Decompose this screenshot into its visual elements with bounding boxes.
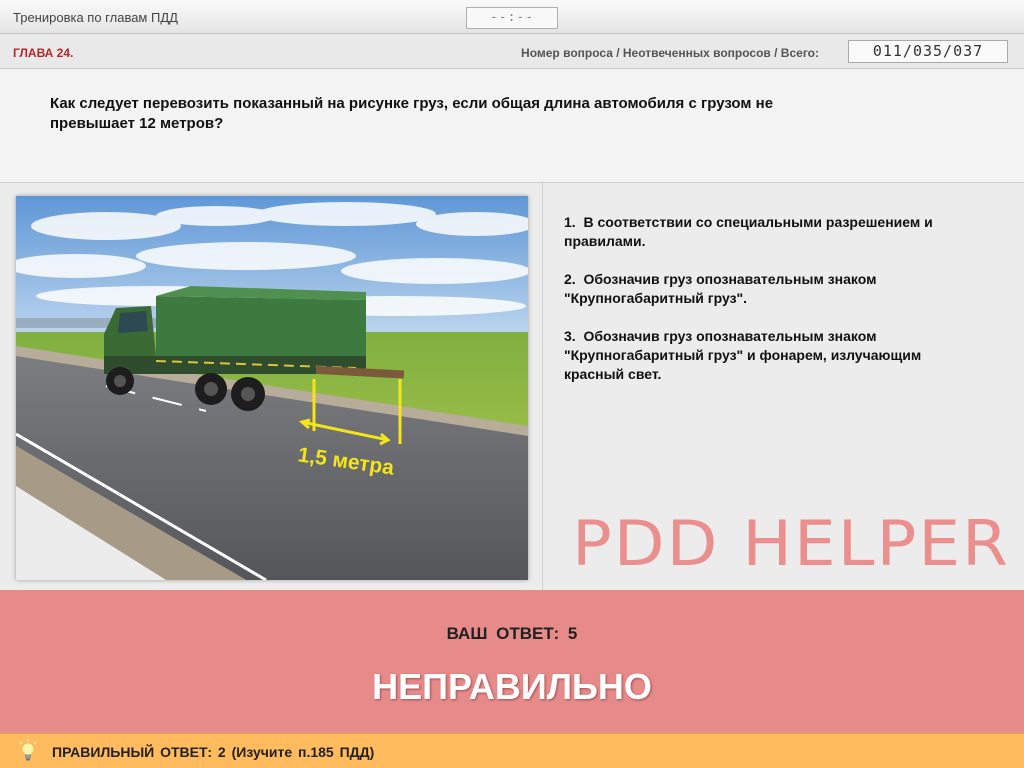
question-area: Как следует перевозить показанный на рис… xyxy=(0,69,1024,183)
lightbulb-icon xyxy=(19,739,37,761)
correct-answer-value: 2 xyxy=(217,744,226,760)
question-text-line-2: превышает 12 метров? xyxy=(50,115,224,132)
answer-option-2[interactable]: 2. Обозначив груз опознавательным знаком… xyxy=(564,270,1009,308)
answer-option-1[interactable]: 1. В соответствии со специальными разреш… xyxy=(564,213,1009,251)
top-bar: Тренировка по главам ПДД --:-- xyxy=(0,0,1024,34)
chapter-bar: ГЛАВА 24. Номер вопроса / Неотвеченных в… xyxy=(0,34,1024,69)
answer-number: 1. xyxy=(564,214,576,230)
answer-text: Обозначив груз опознавательным знаком xyxy=(583,271,877,287)
answer-text: В соответствии со специальными разрешени… xyxy=(583,214,933,230)
question-text-line-1: Как следует перевозить показанный на рис… xyxy=(50,95,774,112)
answer-number: 2. xyxy=(564,271,576,287)
chapter-label: ГЛАВА 24. xyxy=(13,46,74,60)
content-area: 1,5 метра 1. В соответствии со специальн… xyxy=(0,183,1024,590)
answer-text: правилами. xyxy=(564,233,646,249)
your-answer-value: 5 xyxy=(567,624,578,643)
question-picture: 1,5 метра xyxy=(16,196,528,580)
question-counter-label: Номер вопроса / Неотвеченных вопросов / … xyxy=(521,46,819,60)
timer-display: --:-- xyxy=(466,7,558,29)
picture-panel: 1,5 метра xyxy=(0,183,543,590)
verdict: НЕПРАВИЛЬНО xyxy=(372,666,652,707)
correct-answer-bar: ПРАВИЛЬНЫЙ ОТВЕТ: 2 (Изучите п.185 ПДД) xyxy=(0,733,1024,768)
your-answer: ВАШ ОТВЕТ: 5 xyxy=(0,624,1024,644)
result-panel: ВАШ ОТВЕТ: 5 НЕПРАВИЛЬНО xyxy=(0,590,1024,733)
question-text: Как следует перевозить показанный на рис… xyxy=(50,94,890,134)
answer-option-3[interactable]: 3. Обозначив груз опознавательным знаком… xyxy=(564,327,1009,384)
correct-answer: ПРАВИЛЬНЫЙ ОТВЕТ: 2 (Изучите п.185 ПДД) xyxy=(52,744,374,760)
app-title: Тренировка по главам ПДД xyxy=(13,10,178,25)
correct-answer-hint: (Изучите п.185 ПДД) xyxy=(231,744,375,760)
correct-answer-label: ПРАВИЛЬНЫЙ ОТВЕТ: xyxy=(52,744,213,760)
answer-text: Обозначив груз опознавательным знаком xyxy=(583,328,877,344)
answer-text: "Крупногабаритный груз". xyxy=(564,290,748,306)
watermark: PDD HELPER xyxy=(572,506,1010,581)
answer-text: красный свет. xyxy=(564,366,662,382)
answer-number: 3. xyxy=(564,328,576,344)
your-answer-label: ВАШ ОТВЕТ: xyxy=(446,624,560,643)
answers-list: 1. В соответствии со специальными разреш… xyxy=(564,213,1009,403)
answer-text: "Крупногабаритный груз" и фонарем, излуч… xyxy=(564,347,922,363)
question-counter: 011/035/037 xyxy=(848,40,1008,63)
